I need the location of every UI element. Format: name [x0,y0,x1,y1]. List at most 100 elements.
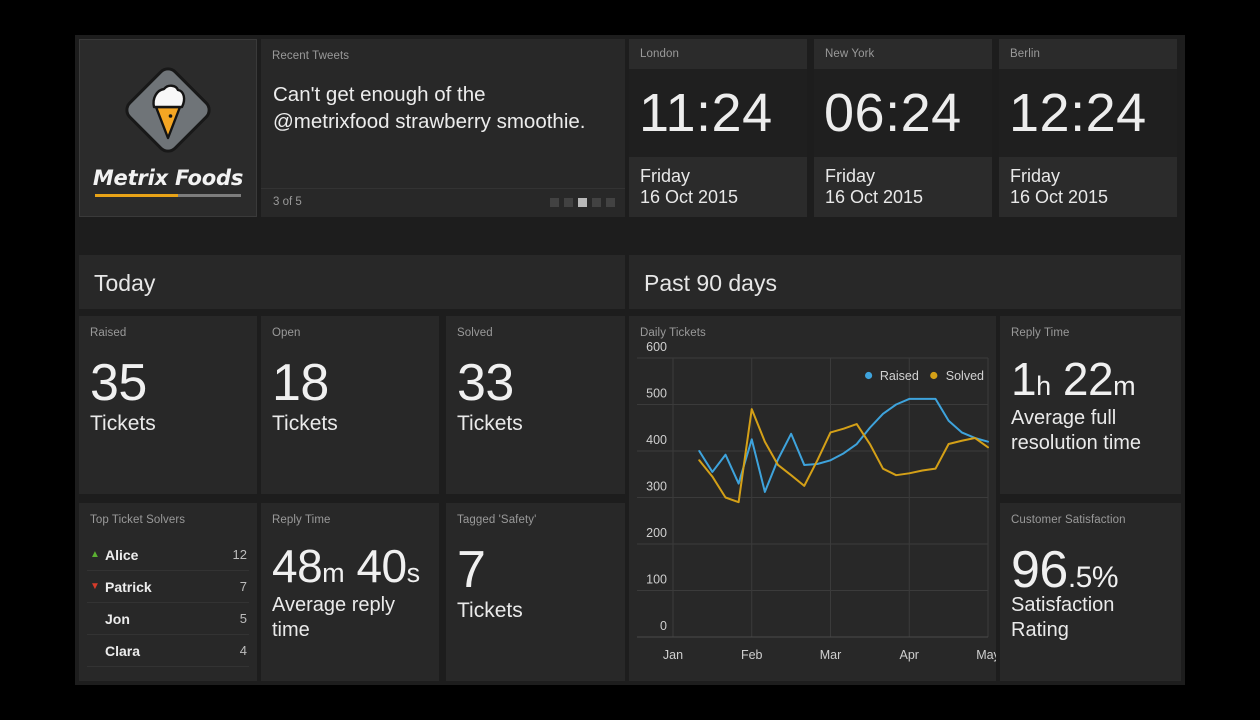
reply-time-minutes: 48 [272,540,322,592]
recent-tweets-tile: Recent Tweets Can't get enough of the @m… [261,39,625,217]
tweet-dot-5[interactable] [606,198,615,207]
legend-label-solved: Solved [946,369,984,383]
clock-footer: Friday 16 Oct 2015 [999,157,1177,217]
ice-cream-cone-diamond-icon [118,60,218,160]
resolution-time-label: Reply Time [1011,327,1070,339]
solver-name: Patrick [105,579,152,595]
solver-score: 7 [240,579,247,594]
daily-tickets-line-chart: 0100200300400500600JanFebMarAprMaySolved… [629,342,996,681]
x-axis-tick-label: Apr [900,648,919,662]
clock-time: 06:24 [824,69,982,157]
kpi-unit-raised: Tickets [90,411,249,436]
solver-name: Clara [105,643,140,659]
tweet-dot-3[interactable] [578,198,587,207]
trend-down-icon: ▼ [87,582,103,592]
x-axis-tick-label: Mar [820,648,842,662]
kpi-tile-solved: Solved 33 Tickets [446,316,625,494]
resolution-hours: 1 [1011,353,1036,405]
y-axis-tick-label: 100 [646,573,667,587]
clock-header: New York [814,39,992,69]
clock-date: 16 Oct 2015 [640,187,807,208]
top-ticket-solvers-tile: Top Ticket Solvers ▲ Alice 12 ▼ Patrick … [79,503,257,681]
solver-name: Alice [105,547,138,563]
section-header-past-90-days: Past 90 days [629,255,1181,309]
tweet-page-counter: 3 of 5 [273,196,302,208]
solver-score: 12 [233,547,247,562]
resolution-time-tile: Reply Time 1h 22m Average full resolutio… [1000,316,1181,494]
reply-time-value: 48m 40s [272,540,433,599]
clock-time: 11:24 [639,69,797,157]
kpi-label-open: Open [272,327,301,339]
kpi-tile-open: Open 18 Tickets [261,316,439,494]
section-header-today: Today [79,255,625,309]
clock-weekday: Friday [1010,166,1177,187]
resolution-hours-unit: h [1036,371,1051,401]
list-item: Jon 5 [87,603,249,635]
kpi-value-raised: 35 [90,355,147,411]
clock-footer: Friday 16 Oct 2015 [629,157,807,217]
solvers-list: ▲ Alice 12 ▼ Patrick 7 Jon 5 Clara 4 [87,539,249,667]
x-axis-tick-label: Feb [741,648,763,662]
legend-label-raised: Raised [880,369,919,383]
tagged-safety-value: 7 [457,542,485,598]
chart-series-solved [699,409,988,502]
clock-weekday: Friday [825,166,992,187]
reply-time-seconds: 40 [356,540,406,592]
satisfaction-whole: 96 [1011,541,1068,599]
section-title-past-90-days: Past 90 days [644,270,777,297]
kpi-label-solved: Solved [457,327,493,339]
y-axis-tick-label: 300 [646,480,667,494]
clock-date: 16 Oct 2015 [825,187,992,208]
clock-date: 16 Oct 2015 [1010,187,1177,208]
clock-footer: Friday 16 Oct 2015 [814,157,992,217]
reply-time-tile: Reply Time 48m 40s Average reply time [261,503,439,681]
clock-city-label: Berlin [1010,48,1040,60]
reply-time-caption: Average reply time [272,593,431,643]
kpi-label-raised: Raised [90,327,126,339]
satisfaction-fraction: .5% [1068,561,1118,594]
brand-wordmark: Metrix Foods [93,166,243,190]
tweet-pagination-dots[interactable] [550,198,615,207]
resolution-time-value: 1h 22m [1011,353,1175,412]
tweet-dot-4[interactable] [592,198,601,207]
clock-weekday: Friday [640,166,807,187]
kpi-unit-solved: Tickets [457,411,617,436]
list-item: Clara 4 [87,635,249,667]
clock-tile-berlin: Berlin 12:24 Friday 16 Oct 2015 [999,39,1177,217]
clock-header: Berlin [999,39,1177,69]
dashboard: Metrix Foods Recent Tweets Can't get eno… [75,35,1185,685]
brand-logo-inner: Metrix Foods [80,40,256,216]
legend-swatch-solved [930,372,937,379]
tweet-footer: 3 of 5 [261,188,625,217]
brand-underline-rule [95,194,241,197]
clock-city-label: New York [825,48,874,60]
top-ticket-solvers-label: Top Ticket Solvers [90,514,185,526]
brand-logo-tile: Metrix Foods [79,39,257,217]
list-item: ▼ Patrick 7 [87,571,249,603]
clock-tile-london: London 11:24 Friday 16 Oct 2015 [629,39,807,217]
reply-time-label: Reply Time [272,514,331,526]
satisfaction-caption: Satisfaction Rating [1011,593,1173,643]
y-axis-tick-label: 600 [646,342,667,354]
solver-name: Jon [105,611,130,627]
x-axis-tick-label: May [976,648,996,662]
y-axis-tick-label: 400 [646,433,667,447]
section-title-today: Today [94,270,155,297]
tweet-dot-2[interactable] [564,198,573,207]
y-axis-tick-label: 500 [646,387,667,401]
resolution-minutes-unit: m [1113,371,1135,401]
resolution-minutes: 22 [1063,353,1113,405]
recent-tweets-label: Recent Tweets [272,50,349,62]
customer-satisfaction-tile: Customer Satisfaction 96.5% Satisfaction… [1000,503,1181,681]
y-axis-tick-label: 200 [646,526,667,540]
kpi-unit-open: Tickets [272,411,431,436]
kpi-value-solved: 33 [457,355,514,411]
y-axis-tick-label: 0 [660,619,667,633]
clock-header: London [629,39,807,69]
customer-satisfaction-label: Customer Satisfaction [1011,514,1126,526]
tweet-dot-1[interactable] [550,198,559,207]
kpi-tile-raised: Raised 35 Tickets [79,316,257,494]
solver-score: 5 [240,611,247,626]
list-item: ▲ Alice 12 [87,539,249,571]
tagged-safety-tile: Tagged 'Safety' 7 Tickets [446,503,625,681]
